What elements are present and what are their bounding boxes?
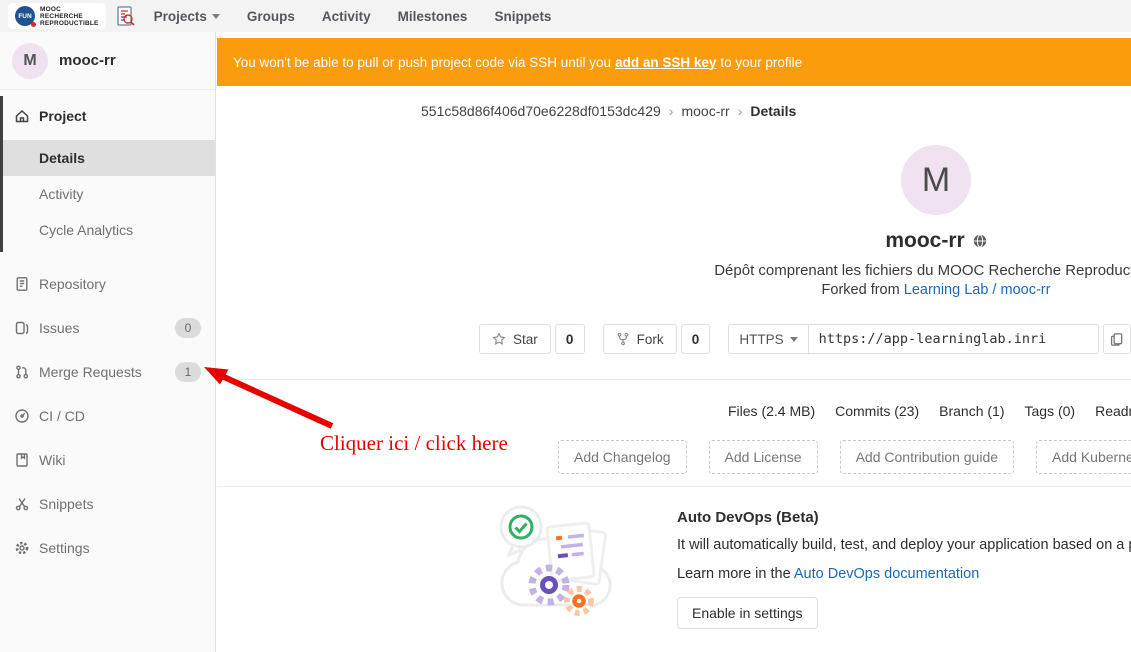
add-changelog-button[interactable]: Add Changelog bbox=[558, 440, 687, 474]
project-description: Dépôt comprenant les fichiers du MOOC Re… bbox=[421, 262, 1131, 279]
forked-from-line: Forked from Learning Lab / mooc-rr bbox=[421, 282, 1131, 298]
breadcrumb-separator: › bbox=[669, 103, 674, 119]
divider bbox=[217, 486, 1131, 487]
sidebar-item-issues[interactable]: Issues 0 bbox=[0, 306, 215, 350]
sidebar-item-details[interactable]: Details bbox=[0, 140, 215, 176]
project-avatar-small: M bbox=[12, 43, 48, 79]
nav-groups[interactable]: Groups bbox=[247, 9, 295, 24]
breadcrumb: 551c58d86f406d70e6228df0153dc429 › mooc-… bbox=[421, 103, 1131, 119]
copy-icon bbox=[1109, 332, 1124, 347]
main-nav: Projects Groups Activity Milestones Snip… bbox=[154, 9, 552, 24]
fun-mooc-logo[interactable]: FUN MOOC RECHERCHE REPRODUCTIBLE bbox=[8, 3, 106, 29]
auto-devops-learn-more: Learn more in the Auto DevOps documentat… bbox=[677, 566, 1131, 582]
project-title: mooc-rr bbox=[885, 229, 964, 253]
issues-icon bbox=[14, 320, 30, 336]
main-content: You won't be able to pull or push projec… bbox=[217, 32, 1131, 652]
readme-link[interactable]: Readme bbox=[1095, 403, 1131, 419]
auto-devops-title: Auto DevOps (Beta) bbox=[677, 509, 1131, 526]
project-subnav: Details Activity Cycle Analytics bbox=[0, 140, 215, 248]
star-button[interactable]: Star bbox=[479, 324, 551, 354]
add-kubernetes-cluster-button[interactable]: Add Kubernetes cluster bbox=[1036, 440, 1131, 474]
branch-link[interactable]: Branch (1) bbox=[939, 403, 1004, 419]
clone-protocol-dropdown[interactable]: HTTPS bbox=[728, 324, 808, 354]
document-icon bbox=[14, 276, 30, 292]
add-ssh-key-link[interactable]: add an SSH key bbox=[615, 55, 716, 70]
ssh-warning-banner: You won't be able to pull or push projec… bbox=[217, 38, 1131, 86]
sidebar-item-ci-cd[interactable]: CI / CD bbox=[0, 394, 215, 438]
merge-request-icon bbox=[14, 364, 30, 380]
book-icon bbox=[14, 452, 30, 468]
auto-devops-description: It will automatically build, test, and d… bbox=[677, 537, 1131, 553]
sidebar-item-activity[interactable]: Activity bbox=[0, 176, 215, 212]
nav-snippets[interactable]: Snippets bbox=[494, 9, 551, 24]
enable-in-settings-button[interactable]: Enable in settings bbox=[677, 597, 818, 629]
fun-logo-circle: FUN bbox=[15, 6, 35, 26]
project-action-buttons: Star 0 Fork 0 HTTPS bbox=[479, 324, 1131, 354]
sidebar-item-snippets[interactable]: Snippets bbox=[0, 482, 215, 526]
issues-count-badge: 0 bbox=[175, 318, 201, 338]
logo-text: MOOC RECHERCHE REPRODUCTIBLE bbox=[40, 6, 99, 27]
forked-from-link[interactable]: Learning Lab / mooc-rr bbox=[904, 282, 1051, 298]
divider bbox=[217, 379, 1131, 380]
breadcrumb-namespace[interactable]: 551c58d86f406d70e6228df0153dc429 bbox=[421, 103, 661, 119]
commits-link[interactable]: Commits (23) bbox=[835, 403, 919, 419]
project-sidebar: M mooc-rr Project Details Activity Cycle… bbox=[0, 32, 216, 652]
chevron-down-icon bbox=[212, 14, 220, 19]
gear-icon bbox=[14, 540, 30, 556]
tags-link[interactable]: Tags (0) bbox=[1025, 403, 1076, 419]
fork-button[interactable]: Fork bbox=[603, 324, 677, 354]
nav-milestones[interactable]: Milestones bbox=[398, 9, 468, 24]
add-contribution-guide-button[interactable]: Add Contribution guide bbox=[840, 440, 1014, 474]
scissors-icon bbox=[14, 496, 30, 512]
sidebar-item-cycle-analytics[interactable]: Cycle Analytics bbox=[0, 212, 215, 248]
add-license-button[interactable]: Add License bbox=[709, 440, 818, 474]
breadcrumb-project[interactable]: mooc-rr bbox=[681, 103, 729, 119]
breadcrumb-current-page: Details bbox=[750, 103, 796, 119]
quick-add-buttons: Add Changelog Add License Add Contributi… bbox=[558, 440, 1131, 474]
project-avatar-large: M bbox=[901, 145, 971, 215]
auto-devops-illustration bbox=[491, 497, 621, 627]
sidebar-item-wiki[interactable]: Wiki bbox=[0, 438, 215, 482]
nav-projects[interactable]: Projects bbox=[154, 9, 220, 24]
auto-devops-section: Auto DevOps (Beta) It will automatically… bbox=[217, 497, 1131, 629]
files-link[interactable]: Files (2.4 MB) bbox=[728, 403, 815, 419]
nav-activity[interactable]: Activity bbox=[322, 9, 371, 24]
sidebar-project-header[interactable]: M mooc-rr bbox=[0, 32, 215, 90]
visibility-globe-icon bbox=[973, 234, 987, 248]
star-count[interactable]: 0 bbox=[555, 324, 585, 354]
active-section-indicator bbox=[0, 96, 3, 252]
gauge-icon bbox=[14, 408, 30, 424]
chevron-down-icon bbox=[790, 337, 798, 342]
fork-icon bbox=[616, 332, 630, 346]
merge-requests-count-badge: 1 bbox=[175, 362, 201, 382]
star-icon bbox=[492, 332, 506, 346]
sidebar-project-name: mooc-rr bbox=[59, 52, 116, 69]
auto-devops-doc-link[interactable]: Auto DevOps documentation bbox=[794, 566, 979, 582]
clone-url-input[interactable] bbox=[809, 324, 1099, 354]
sidebar-item-project[interactable]: Project bbox=[0, 98, 215, 134]
project-header: M mooc-rr Dépôt comprenant les fichiers … bbox=[421, 145, 1131, 298]
breadcrumb-separator: › bbox=[738, 103, 743, 119]
sidebar-item-repository[interactable]: Repository bbox=[0, 262, 215, 306]
repository-stats-nav: Files (2.4 MB) Commits (23) Branch (1) T… bbox=[728, 403, 1131, 419]
copy-url-button[interactable] bbox=[1103, 324, 1131, 354]
fork-count[interactable]: 0 bbox=[681, 324, 711, 354]
document-magnifier-icon bbox=[113, 4, 137, 28]
home-icon bbox=[14, 108, 30, 124]
top-navbar: FUN MOOC RECHERCHE REPRODUCTIBLE Project… bbox=[0, 0, 1131, 32]
sidebar-item-settings[interactable]: Settings bbox=[0, 526, 215, 570]
sidebar-item-merge-requests[interactable]: Merge Requests 1 bbox=[0, 350, 215, 394]
